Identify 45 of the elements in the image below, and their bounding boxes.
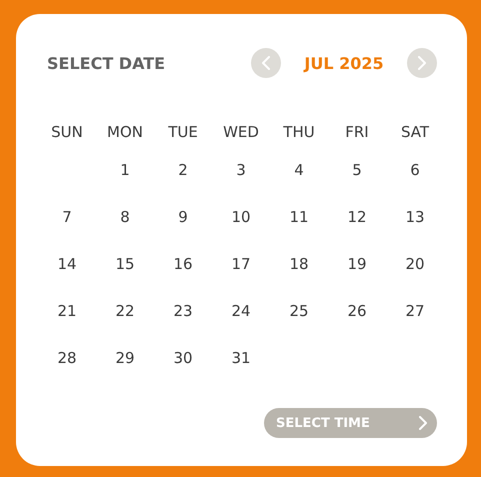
day-cell[interactable]: 17 [231,252,251,276]
day-cell[interactable]: 2 [178,158,188,182]
day-cell[interactable]: 23 [173,299,193,323]
weekday-label: MON [107,122,143,143]
next-month-button[interactable] [407,48,437,78]
weekday-label: THU [283,122,315,143]
day-cell[interactable]: 6 [410,158,420,182]
day-cell[interactable]: 18 [289,252,309,276]
day-cell[interactable]: 9 [178,205,188,229]
day-cell[interactable]: 30 [173,346,193,370]
day-cell[interactable]: 28 [57,346,77,370]
day-cell[interactable]: 31 [231,346,251,370]
chevron-left-icon [262,56,270,70]
day-cell[interactable]: 11 [289,205,309,229]
day-cell[interactable]: 12 [347,205,367,229]
day-cell[interactable]: 13 [405,205,425,229]
day-cell[interactable]: 19 [347,252,367,276]
weekday-label: SAT [400,122,430,143]
day-cell[interactable]: 14 [57,252,77,276]
day-cell[interactable]: 5 [352,158,362,182]
weekday-label: FRI [345,122,369,143]
weekday-label: WED [223,122,259,143]
day-cell[interactable]: 10 [231,205,251,229]
day-cell[interactable]: 29 [115,346,135,370]
day-cell[interactable]: 1 [120,158,130,182]
day-cell[interactable]: 25 [289,299,309,323]
day-cell[interactable]: 26 [347,299,367,323]
day-cell[interactable]: 7 [62,205,72,229]
weekday-label: TUE [168,122,198,143]
day-cell[interactable]: 4 [294,158,304,182]
day-cell[interactable]: 3 [236,158,246,182]
previous-month-button[interactable] [251,48,281,78]
chevron-right-icon [419,416,427,430]
month-label: JUL 2025 [302,54,385,72]
chevron-right-icon [418,56,426,70]
select-date-title: SELECT DATE [46,54,166,72]
day-cell[interactable]: 27 [405,299,425,323]
day-cell[interactable]: 20 [405,252,425,276]
day-cell[interactable]: 8 [120,205,130,229]
day-cell[interactable]: 15 [115,252,135,276]
day-cell[interactable]: 16 [173,252,193,276]
day-cell[interactable]: 24 [231,299,251,323]
day-cell[interactable]: 22 [115,299,135,323]
day-cell[interactable]: 21 [57,299,77,323]
weekday-label: SUN [51,122,83,143]
